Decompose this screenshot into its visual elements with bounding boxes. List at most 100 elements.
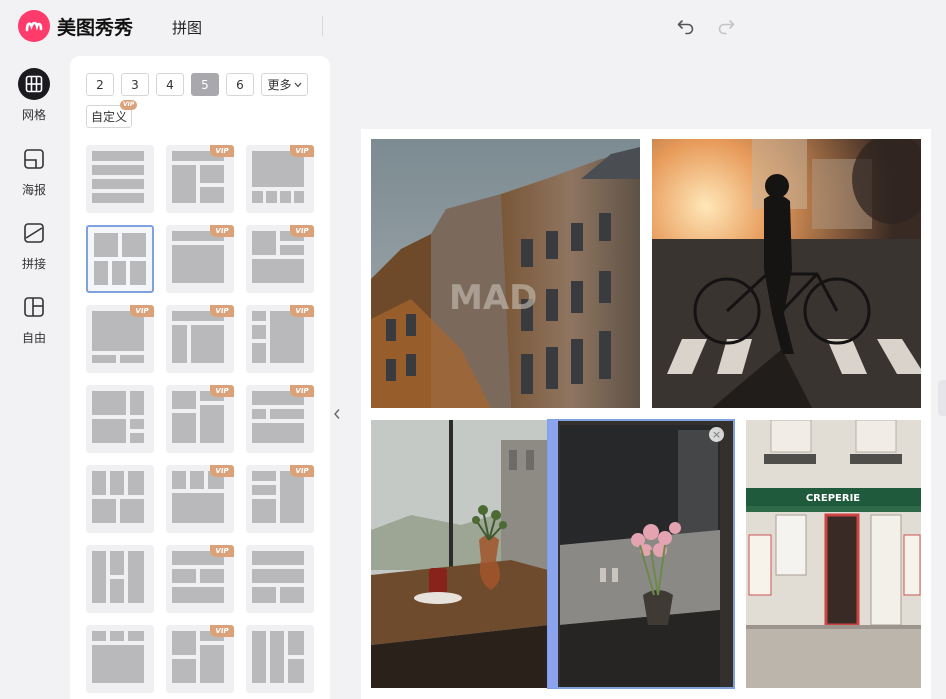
photo-cafe-window-table[interactable] (371, 420, 548, 688)
template-cell (270, 631, 284, 683)
template-cell (172, 659, 196, 683)
layout-template-20[interactable]: VIP (166, 625, 234, 693)
template-cell (172, 631, 196, 655)
template-cell (200, 165, 224, 183)
vip-badge: VIP (290, 305, 314, 317)
count-button-2[interactable]: 2 (86, 73, 114, 96)
layout-template-12[interactable]: VIP (246, 385, 314, 453)
poster-icon (18, 143, 50, 175)
layout-template-2[interactable]: VIP (166, 145, 234, 213)
vip-badge: VIP (210, 545, 234, 557)
count-button-6[interactable]: 6 (226, 73, 254, 96)
template-cell (252, 343, 266, 363)
template-cell (200, 405, 224, 443)
photo-street-buildings[interactable]: MAD (371, 139, 640, 408)
template-cell (110, 471, 124, 495)
nav-item-freeform[interactable]: 自由 (12, 291, 56, 346)
template-cell (92, 179, 144, 189)
template-cell (172, 413, 196, 443)
template-cell (120, 355, 144, 363)
layout-template-4[interactable] (86, 225, 154, 293)
template-cell (94, 233, 118, 257)
photo-creperie-storefront[interactable]: CREPERIE (746, 420, 921, 688)
template-cell (252, 191, 263, 203)
vip-badge: VIP (210, 385, 234, 397)
divider-drag-handle[interactable] (548, 420, 558, 688)
photo-window-flowers[interactable]: × (547, 419, 735, 689)
template-cell (122, 233, 146, 257)
template-panel: 2 3 4 5 6 更多 自定义 VIP VIP VIP VIP VIP VIP VIP V… (70, 56, 330, 699)
layout-template-19[interactable] (86, 625, 154, 693)
count-button-5[interactable]: 5 (191, 73, 219, 96)
undo-icon[interactable] (676, 16, 696, 36)
template-cell (92, 631, 106, 641)
template-cell (172, 471, 186, 489)
template-cell (200, 569, 224, 583)
template-cell (130, 433, 144, 443)
template-cell (92, 165, 144, 175)
nav-item-poster[interactable]: 海报 (12, 143, 56, 198)
template-cell (252, 569, 304, 583)
layout-template-17[interactable]: VIP (166, 545, 234, 613)
nav-item-grid[interactable]: 网格 (12, 68, 56, 123)
template-cell (128, 471, 144, 495)
template-cell (92, 193, 144, 203)
template-cell (191, 325, 224, 363)
template-cell (130, 261, 146, 285)
template-cell (110, 631, 124, 641)
template-cell (128, 631, 144, 641)
top-bar: 美图秀秀 拼图 (0, 0, 946, 54)
layout-template-14[interactable]: VIP (166, 465, 234, 533)
layout-template-10[interactable] (86, 385, 154, 453)
freeform-icon (18, 291, 50, 323)
layout-template-13[interactable] (86, 465, 154, 533)
layout-template-16[interactable] (86, 545, 154, 613)
layout-template-6[interactable]: VIP (246, 225, 314, 293)
template-cell (252, 471, 276, 481)
template-cell (172, 569, 196, 583)
remove-photo-button[interactable]: × (709, 427, 724, 442)
template-cell (120, 499, 144, 523)
template-cell (294, 191, 304, 203)
vip-badge: VIP (290, 465, 314, 477)
layout-template-21[interactable] (246, 625, 314, 693)
count-button-4[interactable]: 4 (156, 73, 184, 96)
layout-template-8[interactable]: VIP (166, 305, 234, 373)
more-counts-button[interactable]: 更多 (261, 73, 308, 96)
template-cell (92, 471, 106, 495)
meitu-logo[interactable] (18, 10, 50, 42)
template-cell (190, 471, 204, 489)
nav-item-stitch[interactable]: 拼接 (12, 217, 56, 272)
right-panel-handle[interactable] (938, 380, 946, 416)
template-cell (92, 311, 144, 351)
template-cell (172, 245, 224, 283)
vip-badge: VIP (210, 625, 234, 637)
vip-badge: VIP (130, 305, 154, 317)
count-button-3[interactable]: 3 (121, 73, 149, 96)
nav-label-grid: 网格 (21, 108, 46, 122)
vip-badge: VIP (290, 385, 314, 397)
layout-template-11[interactable]: VIP (166, 385, 234, 453)
template-cell (252, 631, 266, 683)
layout-template-3[interactable]: VIP (246, 145, 314, 213)
template-cell (270, 409, 304, 419)
template-cell (270, 311, 304, 363)
stitch-icon (18, 217, 50, 249)
nav-label-stitch: 拼接 (21, 257, 46, 271)
grid-icon (18, 68, 50, 100)
vip-badge: VIP (210, 145, 234, 157)
layout-template-15[interactable]: VIP (246, 465, 314, 533)
collapse-panel-button[interactable] (330, 396, 344, 432)
template-cell (92, 355, 116, 363)
layout-template-5[interactable]: VIP (166, 225, 234, 293)
vip-badge: VIP (210, 465, 234, 477)
photo-cyclist-sunset[interactable] (652, 139, 921, 408)
layout-template-9[interactable]: VIP (246, 305, 314, 373)
template-cell (252, 499, 276, 523)
layout-template-18[interactable] (246, 545, 314, 613)
template-cell (252, 485, 276, 495)
redo-icon[interactable] (716, 16, 736, 36)
layout-template-1[interactable] (86, 145, 154, 213)
layout-template-7[interactable]: VIP (86, 305, 154, 373)
template-cell (288, 631, 304, 655)
